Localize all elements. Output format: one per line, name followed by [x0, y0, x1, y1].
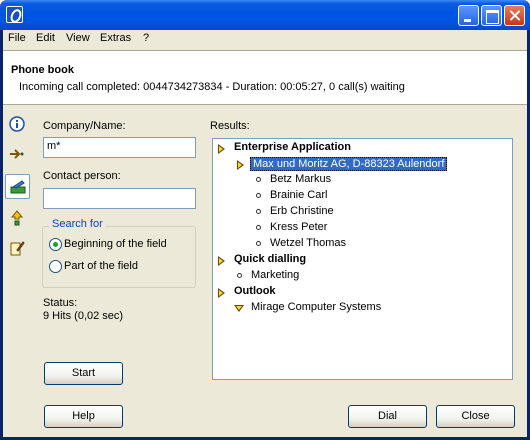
tree-item[interactable]: Betz Markus [270, 173, 331, 185]
title-bar[interactable] [0, 0, 530, 30]
tree-item[interactable]: Brainie Carl [270, 189, 327, 201]
bullet-icon [256, 225, 261, 230]
phone-book-window: File Edit View Extras ? Phone book Incom… [0, 0, 530, 440]
tree-item[interactable]: Kress Peter [270, 221, 327, 233]
beginning-radio[interactable] [49, 238, 62, 251]
bullet-icon [256, 177, 261, 182]
bullet-icon [256, 209, 261, 214]
info-button[interactable] [5, 112, 30, 137]
transfer-icon [10, 210, 24, 226]
status-value: 9 Hits (0,02 sec) [43, 310, 124, 322]
bullet-icon [237, 273, 242, 278]
notes-button[interactable] [5, 236, 30, 261]
call-status-text: Incoming call completed: 0044734273834 -… [19, 81, 405, 93]
part-radio[interactable] [49, 260, 62, 273]
tree-group-quick-dialling[interactable]: Quick dialling [234, 253, 306, 265]
dial-button[interactable]: Dial [348, 405, 427, 428]
expand-arrow-icon[interactable] [218, 288, 225, 298]
tree-item[interactable]: Marketing [251, 269, 299, 281]
menu-extras[interactable]: Extras [100, 32, 131, 44]
part-option-label[interactable]: Part of the field [64, 260, 138, 272]
expand-arrow-icon[interactable] [237, 160, 244, 170]
info-icon [9, 116, 25, 132]
call-forward-button[interactable] [5, 142, 30, 167]
results-tree[interactable]: Enterprise Application Max und Moritz AG… [212, 138, 513, 380]
contact-person-input[interactable] [43, 188, 196, 209]
company-label: Company/Name: [43, 120, 126, 132]
notes-icon [10, 241, 25, 256]
tree-item[interactable]: Wetzel Thomas [270, 237, 346, 249]
expand-arrow-icon[interactable] [218, 256, 225, 266]
beginning-option-label[interactable]: Beginning of the field [64, 238, 167, 250]
minimize-button[interactable] [458, 5, 479, 26]
call-forward-icon [10, 149, 24, 159]
contact-label: Contact person: [43, 170, 121, 182]
tree-group-enterprise[interactable]: Enterprise Application [234, 141, 351, 153]
transfer-button[interactable] [5, 206, 30, 231]
search-for-legend: Search for [49, 218, 106, 230]
start-button[interactable]: Start [44, 362, 123, 385]
collapse-arrow-icon[interactable] [218, 144, 225, 154]
help-button[interactable]: Help [44, 405, 123, 428]
app-icon[interactable] [6, 6, 23, 23]
menu-view[interactable]: View [66, 32, 90, 44]
collapse-arrow-icon[interactable] [234, 305, 244, 312]
tree-group-outlook[interactable]: Outlook [234, 285, 276, 297]
menu-help[interactable]: ? [143, 32, 149, 44]
phonebook-button[interactable] [5, 174, 30, 199]
page-title: Phone book [11, 64, 74, 76]
menu-edit[interactable]: Edit [36, 32, 55, 44]
bullet-icon [256, 193, 261, 198]
close-window-button[interactable] [504, 5, 525, 26]
maximize-button[interactable] [481, 5, 502, 26]
menu-bar: File Edit View Extras ? [3, 30, 527, 48]
tree-item[interactable]: Erb Christine [270, 205, 334, 217]
header-panel: Phone book Incoming call completed: 0044… [3, 50, 527, 105]
close-button[interactable]: Close [436, 405, 515, 428]
status-label: Status: [43, 297, 78, 309]
results-label: Results: [210, 120, 250, 132]
tree-item-selected[interactable]: Max und Moritz AG, D-88323 Aulendorf [250, 157, 448, 171]
bullet-icon [256, 241, 261, 246]
phonebook-icon [10, 180, 26, 194]
tree-item[interactable]: Mirage Computer Systems [251, 301, 381, 313]
company-name-input[interactable]: m* [43, 137, 196, 158]
window-body: File Edit View Extras ? Phone book Incom… [3, 30, 527, 437]
menu-file[interactable]: File [8, 32, 26, 44]
search-for-group [42, 226, 196, 288]
